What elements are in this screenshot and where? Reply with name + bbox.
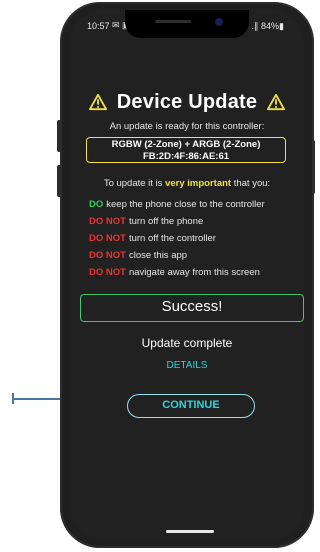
update-complete-text: Update complete bbox=[141, 336, 233, 350]
home-indicator[interactable] bbox=[166, 530, 214, 533]
rule-text: navigate away from this screen bbox=[128, 267, 260, 278]
rule-keyword: DO bbox=[89, 199, 104, 210]
app-screen: 10:57 ✉ ▣ ↗ .∥ 84%▮ Device Update An upd… bbox=[70, 10, 304, 540]
continue-button[interactable]: CONTINUE bbox=[127, 394, 255, 418]
status-time: 10:57 bbox=[87, 21, 110, 31]
list-item: DO NOT navigate away from this screen bbox=[89, 264, 299, 281]
device-info-box: RGBW (2-Zone) + ARGB (2-Zone) FB:2D:4F:8… bbox=[86, 137, 286, 163]
instructions-prefix: To update it is bbox=[103, 178, 163, 189]
warning-triangle-icon bbox=[267, 93, 286, 111]
list-item: DO NOT turn off the phone bbox=[89, 213, 299, 230]
rule-keyword: DO NOT bbox=[89, 250, 126, 261]
speaker-grille bbox=[155, 20, 191, 23]
warning-triangle-icon bbox=[88, 93, 107, 111]
rule-keyword: DO NOT bbox=[89, 233, 126, 244]
update-ready-text: An update is ready for this controller: bbox=[109, 121, 265, 132]
rules-list: DO keep the phone close to the controller… bbox=[89, 196, 299, 281]
title-row: Device Update bbox=[70, 86, 304, 118]
list-item: DO NOT turn off the controller bbox=[89, 230, 299, 247]
instructions-suffix: that you: bbox=[233, 178, 271, 189]
rule-text: turn off the phone bbox=[128, 216, 204, 227]
list-item: DO NOT close this app bbox=[89, 247, 299, 264]
device-mac: FB:2D:4F:86:AE:61 bbox=[142, 151, 230, 162]
success-status-box: Success! bbox=[80, 294, 304, 322]
page-title: Device Update bbox=[116, 90, 258, 113]
instructions-heading: To update it is very important that you: bbox=[70, 178, 304, 189]
list-item: DO keep the phone close to the controller bbox=[89, 196, 299, 213]
rule-keyword: DO NOT bbox=[89, 267, 126, 278]
camera-notch bbox=[125, 10, 249, 38]
instructions-highlight: very important bbox=[165, 178, 232, 189]
rule-text: close this app bbox=[128, 250, 188, 261]
rule-text: keep the phone close to the controller bbox=[106, 199, 265, 210]
details-link[interactable]: DETAILS bbox=[70, 360, 304, 371]
rule-text: turn off the controller bbox=[128, 233, 216, 244]
front-camera-icon bbox=[215, 18, 223, 26]
rule-keyword: DO NOT bbox=[89, 216, 126, 227]
device-name: RGBW (2-Zone) + ARGB (2-Zone) bbox=[111, 139, 261, 150]
